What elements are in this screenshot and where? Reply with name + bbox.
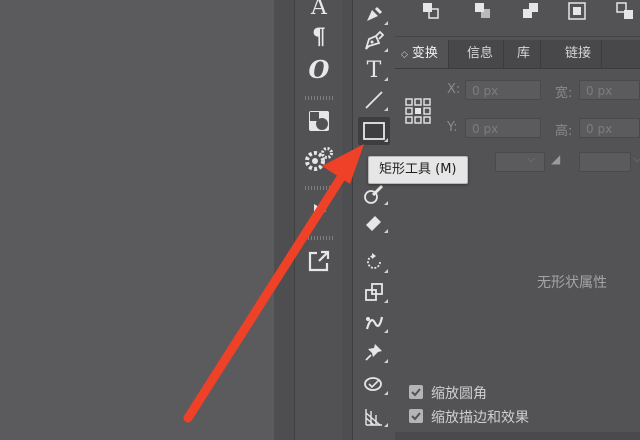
tab-info[interactable]: 信息 [457, 40, 505, 68]
align-left-icon[interactable] [419, 0, 443, 22]
eraser-tool[interactable] [358, 208, 390, 236]
play-icon[interactable] [303, 196, 335, 226]
pencil-tool[interactable] [358, 180, 390, 208]
panel-divider [274, 0, 294, 440]
scale-strokes-effects-checkbox[interactable] [409, 409, 423, 423]
align-center-icon[interactable] [471, 0, 495, 22]
scale-strokes-effects-label: 缩放描边和效果 [431, 410, 529, 426]
dock-grip[interactable] [305, 186, 333, 190]
paragraph-glyph: ¶ [312, 24, 326, 50]
tab-info-label: 信息 [467, 46, 494, 61]
appearance-icon[interactable] [303, 106, 335, 136]
character-icon[interactable]: A [303, 0, 335, 22]
height-label: 高: [555, 124, 573, 139]
shear-angle-field[interactable] [579, 152, 631, 172]
tab-transform-label: 变换 [411, 46, 438, 61]
collapsed-panel-dock: A ¶ O [294, 0, 344, 440]
pin-tool[interactable] [358, 338, 390, 366]
rectangle-tool[interactable] [358, 117, 390, 145]
curvature-pen-tool[interactable] [358, 0, 390, 28]
dock-grip[interactable] [305, 236, 333, 240]
scale-corners-label: 缩放圆角 [431, 386, 487, 402]
dock-grip[interactable] [305, 96, 333, 100]
line-segment-tool[interactable] [358, 86, 390, 114]
rotate-dropdown-icon[interactable]: ⌵ [527, 152, 535, 166]
scale-corners-checkbox[interactable] [409, 385, 423, 399]
character-glyph: A [311, 0, 327, 20]
align-right-icon[interactable] [519, 0, 543, 22]
collapse-chevron-icon[interactable]: ◇ [401, 50, 408, 60]
shape-builder-tool[interactable] [358, 370, 390, 398]
scale-tool[interactable] [358, 278, 390, 306]
shear-icon: ◢ [551, 152, 561, 166]
rotate-angle-field[interactable] [495, 152, 545, 172]
y-label: Y: [447, 120, 458, 135]
height-field[interactable]: 0 px [579, 118, 640, 138]
no-shape-properties-text: 无形状属性 [537, 275, 607, 291]
dock-divider [342, 0, 352, 440]
paragraph-icon[interactable]: ¶ [303, 22, 335, 52]
rotate-tool[interactable] [358, 248, 390, 276]
tab-transform[interactable]: ◇ 变换 [395, 40, 449, 68]
x-label: X: [447, 82, 461, 97]
export-icon[interactable] [303, 246, 335, 276]
perspective-grid-tool[interactable] [358, 402, 390, 430]
properties-panel: ◇ 变换 信息 库 链接 X: 0 px 宽: 0 px Y: 0 px 高: 0… [395, 0, 640, 440]
pen-tool[interactable] [358, 27, 390, 55]
panel-tabs: ◇ 变换 信息 库 链接 [395, 40, 640, 69]
reference-point-icon[interactable] [405, 98, 431, 128]
width-label: 宽: [555, 86, 573, 101]
opentype-icon[interactable]: O [303, 54, 335, 84]
settings-gear-icon[interactable] [303, 144, 335, 174]
panel-bottom-strip [395, 432, 640, 440]
rectangle-tool-tooltip: 矩形工具 (M) [368, 156, 468, 184]
y-field[interactable]: 0 px [465, 118, 541, 138]
opentype-glyph: O [308, 54, 330, 84]
type-glyph: T [366, 57, 382, 83]
width-field[interactable]: 0 px [579, 80, 640, 100]
tab-library-label: 库 [517, 46, 531, 61]
artboard-canvas[interactable] [0, 0, 274, 440]
tools-panel: T [352, 0, 396, 440]
tab-links[interactable]: 链接 [555, 40, 603, 68]
x-field[interactable]: 0 px [465, 80, 541, 100]
distribute-icon[interactable] [565, 0, 589, 22]
distribute-spacing-icon[interactable] [613, 0, 637, 22]
type-tool[interactable]: T [358, 56, 390, 84]
tab-links-label: 链接 [565, 46, 592, 61]
tab-library[interactable]: 库 [507, 40, 542, 68]
align-row [395, 0, 640, 37]
puppet-warp-tool[interactable] [358, 308, 390, 336]
shear-dropdown-icon[interactable]: ⌵ [633, 152, 640, 166]
